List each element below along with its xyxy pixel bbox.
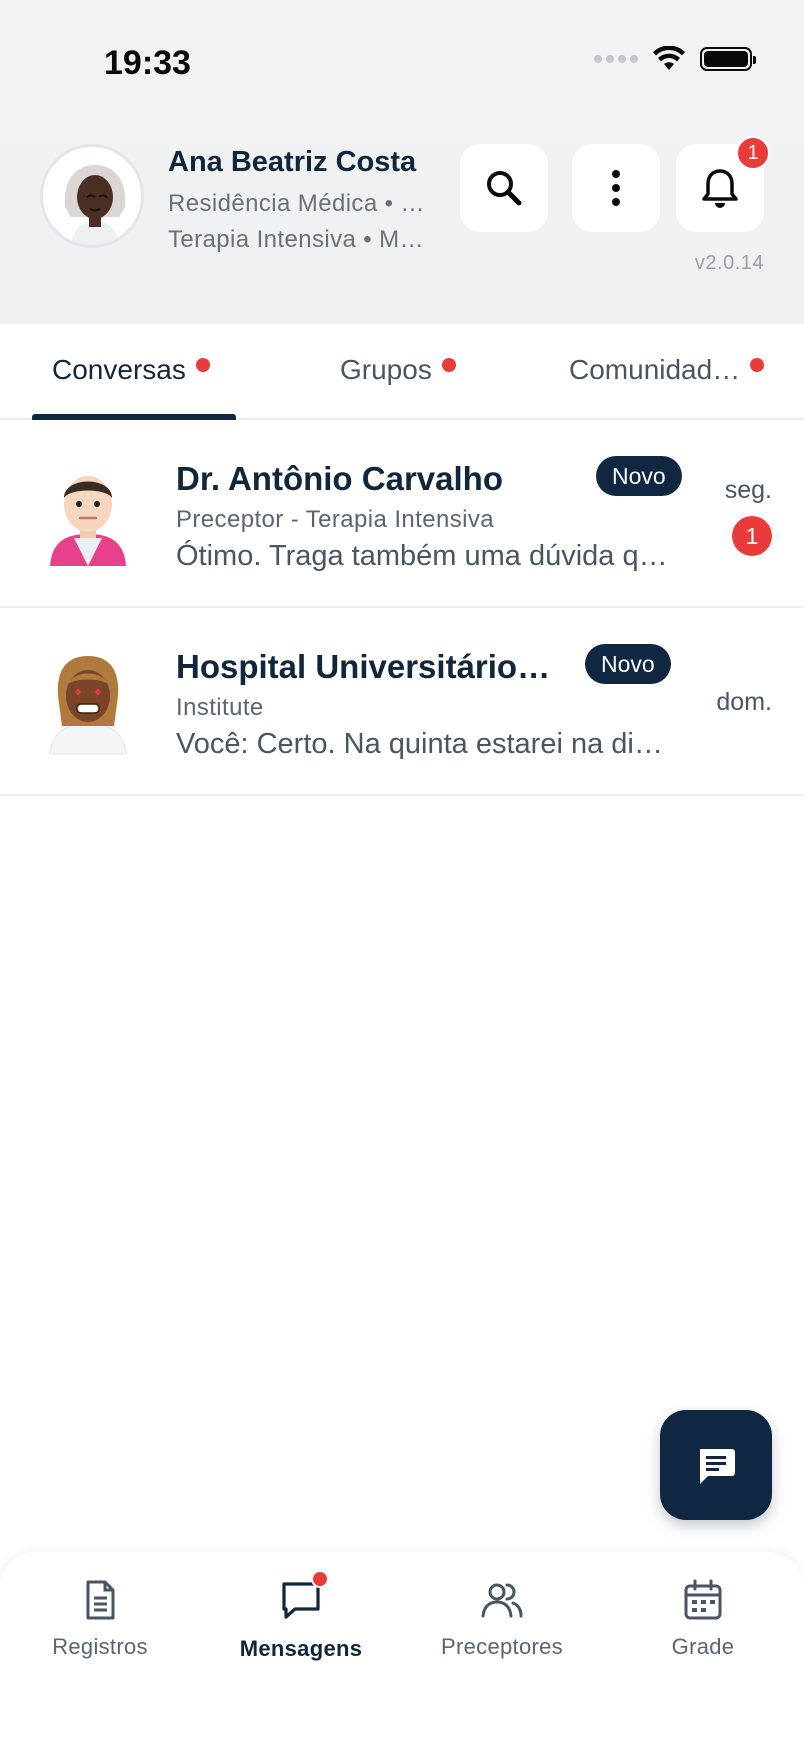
chat-name: Dr. Antônio Carvalho xyxy=(176,460,503,497)
chat-preview: Você: Certo. Na quinta estarei na di… xyxy=(176,728,663,760)
chat-subtitle: Preceptor - Terapia Intensiva xyxy=(176,506,494,533)
tab-conversas[interactable]: Conversas xyxy=(52,354,210,386)
document-icon xyxy=(86,1580,115,1620)
nav-label: Mensagens xyxy=(239,1636,363,1661)
tab-comunidades[interactable]: Comunidad… xyxy=(569,354,765,386)
chat-list-item[interactable]: Hospital Universitário S… Novo dom. Inst… xyxy=(0,608,804,796)
tab-label: Conversas xyxy=(52,354,186,385)
tab-grupos[interactable]: Grupos xyxy=(340,354,456,386)
search-button[interactable] xyxy=(460,144,548,232)
app-header: 19:33 Ana Beatriz Costa Residência Médic… xyxy=(0,0,804,324)
nav-label: Registros xyxy=(52,1634,148,1659)
profile-name: Ana Beatriz Costa xyxy=(168,146,417,178)
nav-mensagens[interactable]: Mensagens xyxy=(221,1570,381,1662)
bottom-navigation: Registros Mensagens Preceptores Grade xyxy=(0,1552,804,1748)
chat-subtitle: Institute xyxy=(176,694,264,721)
profile-avatar[interactable] xyxy=(40,144,144,248)
new-badge: Novo xyxy=(596,456,682,496)
tab-unread-dot xyxy=(195,358,210,372)
search-icon xyxy=(487,171,522,206)
people-icon xyxy=(481,1583,523,1618)
new-badge: Novo xyxy=(585,644,671,684)
avatar xyxy=(40,458,136,570)
more-vertical-icon xyxy=(612,170,620,206)
notifications-button[interactable]: 1 xyxy=(676,136,770,232)
battery-icon xyxy=(700,47,756,71)
tab-unread-dot xyxy=(750,358,765,372)
nav-label: Preceptores xyxy=(441,1634,563,1659)
nav-unread-dot xyxy=(311,1570,329,1588)
app-version: v2.0.14 xyxy=(694,252,764,274)
unread-count-badge: 1 xyxy=(732,516,772,556)
signal-icon xyxy=(594,55,638,63)
chat-list-item[interactable]: Dr. Antônio Carvalho Novo seg. Preceptor… xyxy=(0,420,804,608)
status-time: 19:33 xyxy=(104,44,191,82)
nav-grade[interactable]: Grade xyxy=(623,1578,783,1660)
message-icon xyxy=(700,1449,735,1484)
more-options-button[interactable] xyxy=(572,144,660,232)
chat-preview: Ótimo. Traga também uma dúvida q… xyxy=(176,540,668,572)
status-icons xyxy=(594,46,756,72)
chat-time: dom. xyxy=(716,688,772,716)
calendar-icon xyxy=(684,1579,722,1620)
chat-time: seg. xyxy=(724,476,772,504)
new-message-button[interactable] xyxy=(660,1410,772,1520)
tab-unread-dot xyxy=(441,358,456,372)
notification-badge: 1 xyxy=(736,136,770,170)
tab-label: Comunidad… xyxy=(569,354,741,385)
chat-name: Hospital Universitário S… xyxy=(176,648,552,685)
tab-label: Grupos xyxy=(340,354,432,385)
tab-bar: Conversas Grupos Comunidad… xyxy=(0,324,804,420)
wifi-icon xyxy=(653,46,685,70)
nav-label: Grade xyxy=(671,1634,735,1659)
profile-program: Residência Médica • … xyxy=(168,190,425,217)
avatar xyxy=(40,646,136,758)
nav-preceptores[interactable]: Preceptores xyxy=(422,1578,582,1660)
nav-registros[interactable]: Registros xyxy=(20,1578,180,1660)
profile-specialty: Terapia Intensiva • M… xyxy=(168,226,424,253)
bell-icon xyxy=(702,169,738,208)
